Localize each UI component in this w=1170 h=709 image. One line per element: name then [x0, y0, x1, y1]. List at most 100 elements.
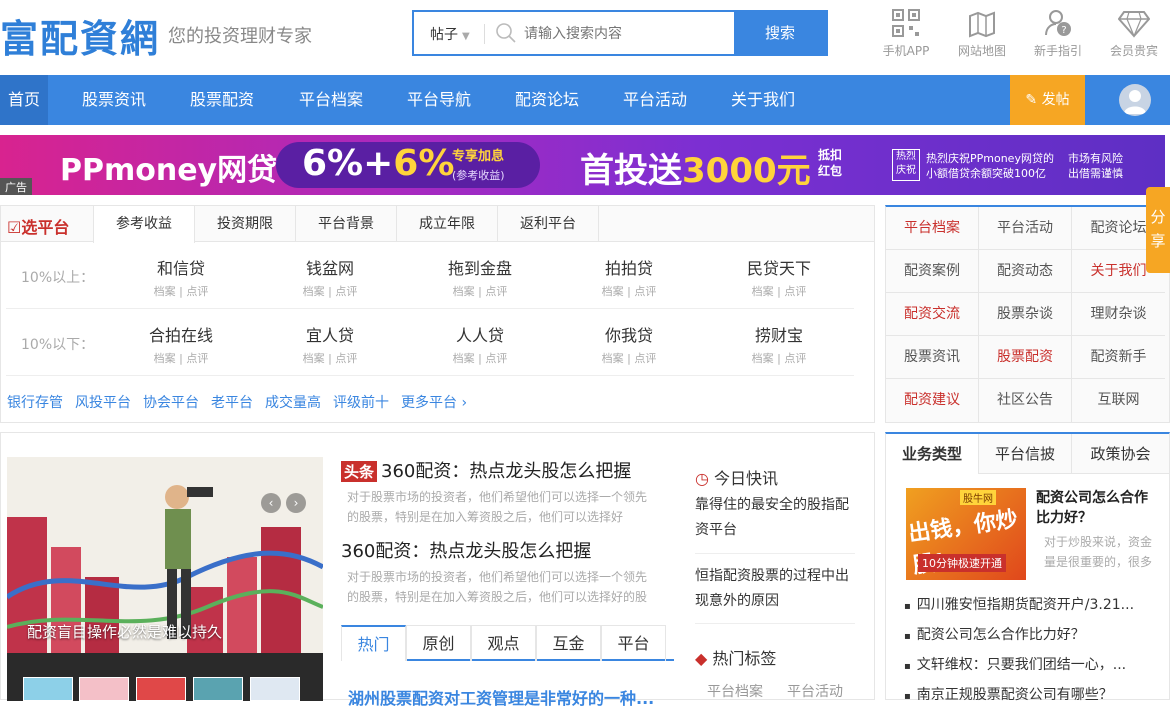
sitemap-link[interactable]: 网站地图	[952, 8, 1012, 59]
platform-name[interactable]: 和信贷	[121, 255, 241, 279]
link-high-volume[interactable]: 成交量高	[265, 395, 321, 411]
platform-links[interactable]: 档案 | 点评	[270, 283, 390, 299]
list-item[interactable]: 南京正规股票配资公司有哪些？	[904, 684, 1113, 704]
news-item[interactable]: 靠得住的最安全的股指配资平台	[695, 493, 855, 543]
featured-title[interactable]: 配资公司怎么合作比力好？	[1036, 488, 1161, 528]
nav-stock-funding[interactable]: 股票配资	[190, 75, 254, 125]
platform-item[interactable]: 合拍在线 档案 | 点评	[121, 322, 241, 366]
news-item[interactable]: 恒指配资股票的过程中出现意外的原因	[695, 564, 855, 614]
platform-links[interactable]: 档案 | 点评	[420, 283, 540, 299]
slider-next-button[interactable]: ›	[286, 493, 306, 513]
slider-thumb[interactable]	[250, 677, 300, 701]
platform-item[interactable]: 拖到金盘档案 | 点评	[420, 255, 540, 299]
share-button[interactable]: 分享	[1146, 187, 1170, 273]
link-more-platforms[interactable]: 更多平台 ›	[401, 395, 467, 411]
nav-stock-news[interactable]: 股票资讯	[82, 75, 146, 125]
tab-original[interactable]: 原创	[406, 625, 471, 661]
nav-platform-guide[interactable]: 平台导航	[407, 75, 471, 125]
tab-platform-background[interactable]: 平台背景	[296, 206, 397, 242]
grid-platform-activity[interactable]: 平台活动	[979, 207, 1072, 250]
article-title[interactable]: 360配资：热点龙头股怎么把握	[341, 541, 591, 562]
grid-stock-news[interactable]: 股票资讯	[886, 336, 979, 379]
tab-business-type[interactable]: 业务类型	[886, 434, 979, 474]
vip-link[interactable]: 会员贵宾	[1104, 8, 1164, 59]
grid-internet[interactable]: 互联网	[1072, 379, 1165, 422]
link-top-ten[interactable]: 评级前十	[333, 395, 389, 411]
list-item[interactable]: 配资公司怎么合作比力好？	[904, 624, 1085, 644]
tab-hot[interactable]: 热门	[341, 625, 406, 661]
platform-links[interactable]: 档案 | 点评	[121, 350, 241, 366]
platform-item[interactable]: 捞财宝档案 | 点评	[719, 322, 839, 366]
slider-caption[interactable]: 配资盲目操作必然是难以持久	[27, 621, 222, 642]
avatar[interactable]	[1119, 84, 1151, 116]
platform-name[interactable]: 宜人贷	[270, 322, 390, 346]
link-vc-platform[interactable]: 风投平台	[75, 395, 131, 411]
ad-banner[interactable]: PPmoney网贷 6%+6% 专享加息 (参考收益) 首投送3000元 抵扣红…	[0, 135, 1165, 195]
tab-rebate-platform[interactable]: 返利平台	[498, 206, 599, 242]
tab-established-years[interactable]: 成立年限	[397, 206, 498, 242]
platform-links[interactable]: 档案 | 点评	[270, 350, 390, 366]
platform-links[interactable]: 档案 | 点评	[121, 283, 241, 299]
platform-links[interactable]: 档案 | 点评	[420, 350, 540, 366]
tab-platform[interactable]: 平台	[601, 625, 666, 661]
image-slider[interactable]: ‹ › 配资盲目操作必然是难以持久	[7, 457, 323, 701]
nav-platform-archive[interactable]: 平台档案	[299, 75, 363, 125]
guide-link[interactable]: ? 新手指引	[1028, 8, 1088, 59]
platform-links[interactable]: 档案 | 点评	[569, 283, 689, 299]
tab-reference-return[interactable]: 参考收益	[93, 206, 195, 243]
slider-thumb[interactable]	[23, 677, 73, 701]
site-logo[interactable]: 富配資網	[0, 8, 160, 63]
tab-invest-term[interactable]: 投资期限	[195, 206, 296, 242]
slider-thumb[interactable]	[136, 677, 186, 701]
platform-name[interactable]: 拍拍贷	[569, 255, 689, 279]
platform-name[interactable]: 人人贷	[420, 322, 540, 346]
platform-item[interactable]: 拍拍贷档案 | 点评	[569, 255, 689, 299]
search-button[interactable]: 搜索	[734, 12, 826, 54]
grid-funding-advice[interactable]: 配资建议	[886, 379, 979, 422]
tab-fintech[interactable]: 互金	[536, 625, 601, 661]
link-association-platform[interactable]: 协会平台	[143, 395, 199, 411]
grid-stock-funding[interactable]: 股票配资	[979, 336, 1072, 379]
grid-finance-talk[interactable]: 理财杂谈	[1072, 293, 1165, 336]
tag-item[interactable]: 平台活动	[787, 681, 843, 701]
platform-name[interactable]: 民贷天下	[719, 255, 839, 279]
platform-links[interactable]: 档案 | 点评	[719, 283, 839, 299]
search-input[interactable]	[524, 22, 724, 46]
promo-image[interactable]: 股牛网 出钱，你炒股! 10分钟极速开通	[906, 488, 1026, 580]
search-type-select[interactable]: 帖子 ▼	[430, 24, 470, 44]
nav-activities[interactable]: 平台活动	[623, 75, 687, 125]
link-old-platform[interactable]: 老平台	[211, 395, 253, 411]
tab-platform-disclosure[interactable]: 平台信披	[979, 434, 1072, 474]
grid-funding-news[interactable]: 配资动态	[979, 250, 1072, 293]
list-item[interactable]: 四川雅安恒指期货配资开户/3.21...	[904, 594, 1134, 614]
platform-item[interactable]: 宜人贷档案 | 点评	[270, 322, 390, 366]
tab-article-link[interactable]: 湖州股票配资对工资管理是非常好的一种...	[348, 685, 654, 709]
grid-community-notice[interactable]: 社区公告	[979, 379, 1072, 422]
grid-stock-talk[interactable]: 股票杂谈	[979, 293, 1072, 336]
nav-home[interactable]: 首页	[0, 75, 49, 125]
platform-item[interactable]: 钱盆网 档案 | 点评	[270, 255, 390, 299]
article-title[interactable]: 360配资：热点龙头股怎么把握	[381, 461, 631, 482]
platform-name[interactable]: 拖到金盘	[420, 255, 540, 279]
article-headline[interactable]: 头条 360配资：热点龙头股怎么把握 对于股票市场的投资者，他们希望他们可以选择一…	[341, 457, 666, 527]
list-item[interactable]: 文轩维权：只要我们团结一心，...	[904, 654, 1126, 674]
platform-links[interactable]: 档案 | 点评	[569, 350, 689, 366]
platform-name[interactable]: 捞财宝	[719, 322, 839, 346]
platform-item[interactable]: 你我贷档案 | 点评	[569, 322, 689, 366]
slider-thumb[interactable]	[193, 677, 243, 701]
nav-about[interactable]: 关于我们	[731, 75, 795, 125]
platform-name[interactable]: 你我贷	[569, 322, 689, 346]
link-bank-custody[interactable]: 银行存管	[7, 395, 63, 411]
article-item[interactable]: 360配资：热点龙头股怎么把握 对于股票市场的投资者，他们希望他们可以选择一个领…	[341, 537, 666, 607]
tab-policy-association[interactable]: 政策协会	[1072, 434, 1169, 474]
slider-prev-button[interactable]: ‹	[261, 493, 281, 513]
platform-item[interactable]: 和信贷档案 | 点评	[121, 255, 241, 299]
grid-funding-beginner[interactable]: 配资新手	[1072, 336, 1165, 379]
tag-item[interactable]: 平台档案	[707, 681, 763, 701]
app-link[interactable]: 手机APP	[876, 8, 936, 59]
platform-links[interactable]: 档案 | 点评	[719, 350, 839, 366]
tab-opinion[interactable]: 观点	[471, 625, 536, 661]
grid-platform-archive[interactable]: 平台档案	[886, 207, 979, 250]
slider-thumb[interactable]	[79, 677, 129, 701]
post-button[interactable]: ✎ 发帖	[1010, 75, 1085, 125]
